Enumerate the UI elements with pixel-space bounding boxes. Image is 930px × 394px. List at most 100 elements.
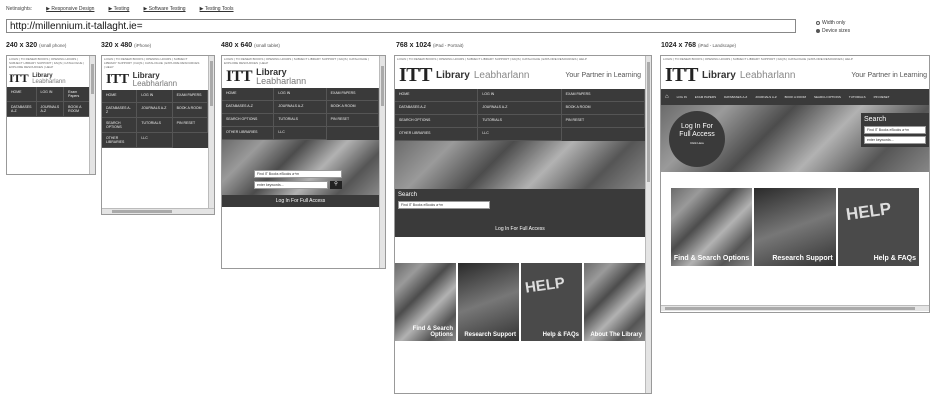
- radio-icon[interactable]: [816, 21, 820, 25]
- menu-journals[interactable]: JOURNALS A-Z: [274, 101, 327, 114]
- device-sizes-option[interactable]: Device sizes: [816, 28, 850, 34]
- search-select[interactable]: Find IT Books eBooks a+m: [398, 201, 490, 209]
- menu-other-libraries[interactable]: OTHER LIBRARIES: [395, 128, 479, 141]
- search-select[interactable]: Find IT Books eBooks a+m: [864, 126, 926, 134]
- menu-book-room[interactable]: BOOK A ROOM: [172, 103, 208, 118]
- menu-journals[interactable]: JOURNALS A-Z: [36, 102, 65, 117]
- nav-exam-papers[interactable]: EXAM PAPERS: [691, 92, 720, 102]
- nav-search-options[interactable]: SEARCH OPTIONS: [810, 92, 845, 102]
- login-circle-button[interactable]: Log In For Full Access Click Here: [669, 111, 725, 167]
- site-logo: ITT Library Leabharlann: [226, 67, 307, 86]
- menu-book-room[interactable]: BOOK A ROOM: [561, 102, 645, 115]
- menu-pin-reset[interactable]: PIN RESET: [326, 114, 379, 127]
- landscape-nav: ⌂ LOG IN EXAM PAPERS DATABASES A-Z JOURN…: [661, 89, 929, 105]
- menu-search-options[interactable]: SEARCH OPTIONS: [222, 114, 275, 127]
- tile-about-library[interactable]: About The Library: [584, 263, 645, 341]
- full-access-bar[interactable]: Log In For Full Access: [222, 195, 379, 207]
- nav-pin-reset[interactable]: PIN RESET: [870, 92, 894, 102]
- full-access-bar[interactable]: Log In For Full Access: [395, 221, 645, 237]
- nav-book-room[interactable]: BOOK A ROOM: [781, 92, 810, 102]
- menu-tutorials[interactable]: TUTORIALS: [274, 114, 327, 127]
- menu-search-options[interactable]: SEARCH OPTIONS: [102, 118, 138, 133]
- search-select[interactable]: Find IT Books eBooks a+m: [254, 170, 342, 178]
- tile-help-faqs[interactable]: HELP Help & FAQs: [521, 263, 582, 341]
- menu-exam-papers[interactable]: EXAM PAPERS: [326, 88, 379, 101]
- top-links: LOGIN | TO RENEW BOOKS | OPENING HOURS |…: [104, 57, 200, 69]
- nav-login[interactable]: LOG IN: [673, 92, 691, 102]
- search-section: Search Find IT Books eBooks a+m: [395, 189, 645, 221]
- top-toolbar: Netinsights: ▶ Responsive Design ▶ Testi…: [6, 6, 234, 12]
- help-sign: HELP: [844, 198, 893, 225]
- frame-ipad-portrait: LOGIN | TO RENEW BOOKS | OPENING HOURS |…: [394, 55, 652, 394]
- menu-databases[interactable]: DATABASES A-Z: [7, 102, 37, 117]
- menu-exam-papers[interactable]: Exam Papers: [64, 87, 91, 102]
- menu-databases[interactable]: DATABASES A-Z: [222, 101, 275, 114]
- menu-other-libraries[interactable]: OTHER LIBRARIES: [222, 127, 275, 140]
- search-input[interactable]: enter keywords...: [864, 136, 926, 144]
- menu-exam-papers[interactable]: EXAM PAPERS: [561, 89, 645, 102]
- vertical-scrollbar[interactable]: [645, 56, 651, 393]
- tile-help-faqs[interactable]: HELP Help & FAQs: [837, 188, 919, 266]
- frame-label-768: 768 x 1024 (iPad - Portrait): [396, 42, 464, 49]
- menu-llc[interactable]: LLC: [478, 128, 562, 141]
- toolbar-link-testing-tools[interactable]: ▶ Testing Tools: [200, 6, 234, 12]
- frame-label-240: 240 x 320 (small phone): [6, 42, 67, 49]
- menu-home[interactable]: HOME: [395, 89, 479, 102]
- horizontal-scrollbar[interactable]: [102, 208, 214, 214]
- search-input[interactable]: enter keywords...: [254, 181, 328, 189]
- radio-selected-icon[interactable]: [816, 29, 820, 33]
- search-widget: Find IT Books eBooks a+m: [254, 170, 342, 178]
- hero-photo: Log In For Full Access Click Here Search…: [661, 105, 929, 172]
- menu-home[interactable]: HOME: [102, 90, 138, 103]
- menu-pin-reset[interactable]: PIN RESET: [172, 118, 208, 133]
- tile-research-support[interactable]: Research Support: [754, 188, 836, 266]
- toolbar-link-testing[interactable]: ▶ Testing: [108, 6, 129, 12]
- toolbar-link-software-testing[interactable]: ▶ Software Testing: [143, 6, 185, 12]
- menu-databases[interactable]: DATABASES A-Z: [395, 102, 479, 115]
- vertical-scrollbar[interactable]: [379, 56, 385, 268]
- menu-exam-papers[interactable]: EXAM PAPERS: [172, 90, 208, 103]
- menu-login[interactable]: LOG IN: [478, 89, 562, 102]
- search-label: Search: [398, 192, 418, 198]
- tile-find-search[interactable]: Find & Search Options: [671, 188, 753, 266]
- menu-login[interactable]: LOG IN: [137, 90, 173, 103]
- search-go-icon[interactable]: ⚲: [330, 181, 342, 189]
- toolbar-link-responsive[interactable]: ▶ Responsive Design: [46, 6, 94, 12]
- horizontal-scrollbar[interactable]: [661, 305, 929, 311]
- home-icon[interactable]: ⌂: [661, 91, 673, 103]
- menu-journals[interactable]: JOURNALS A-Z: [478, 102, 562, 115]
- feature-tiles: Find & Search Options Research Support H…: [671, 188, 919, 266]
- menu-tutorials[interactable]: TUTORIALS: [137, 118, 173, 133]
- menu-login[interactable]: LOG IN: [36, 87, 65, 102]
- menu-book-room[interactable]: BOOK A ROOM: [64, 102, 91, 117]
- students-photo: Find IT Books eBooks a+m enter keywords.…: [222, 140, 379, 195]
- menu-pin-reset[interactable]: PIN RESET: [561, 115, 645, 128]
- menu-llc[interactable]: LLC: [274, 127, 327, 140]
- vertical-scrollbar[interactable]: [208, 56, 214, 208]
- tile-research-support[interactable]: Research Support: [458, 263, 519, 341]
- nav-databases[interactable]: DATABASES A-Z: [720, 92, 751, 102]
- menu-llc[interactable]: LLC: [137, 133, 173, 148]
- site-logo: ITT Library Leabharlann: [9, 71, 66, 85]
- menu-login[interactable]: LOG IN: [274, 88, 327, 101]
- students-photo: [395, 141, 645, 189]
- menu-home[interactable]: HOME: [7, 87, 37, 102]
- menu-journals[interactable]: JOURNALS A-Z: [137, 103, 173, 118]
- menu-search-options[interactable]: SEARCH OPTIONS: [395, 115, 479, 128]
- top-links: LOGIN | TO RENEW BOOKS | OPENING HOURS |…: [224, 57, 369, 65]
- frame-small-phone: LOGIN | TO RENEW BOOKS | OPENING HOURS |…: [6, 55, 96, 175]
- url-input[interactable]: http://millennium.it-tallaght.ie=: [6, 19, 796, 33]
- menu-databases[interactable]: DATABASES A-Z: [102, 103, 138, 118]
- tile-find-search[interactable]: Find & Search Options: [395, 263, 456, 341]
- vertical-scrollbar[interactable]: [89, 56, 95, 174]
- width-only-option[interactable]: Width only: [816, 20, 850, 26]
- search-panel: Search Find IT Books eBooks a+m enter ke…: [861, 113, 929, 147]
- tagline: Your Partner in Learning: [851, 72, 927, 79]
- menu-other-libraries[interactable]: OTHER LIBRARIES: [102, 133, 138, 148]
- search-label: Search: [864, 116, 887, 123]
- menu-tutorials[interactable]: TUTORIALS: [478, 115, 562, 128]
- menu-book-room[interactable]: BOOK A ROOM: [326, 101, 379, 114]
- nav-journals[interactable]: JOURNALS A-Z: [751, 92, 781, 102]
- menu-home[interactable]: HOME: [222, 88, 275, 101]
- nav-tutorials[interactable]: TUTORIALS: [845, 92, 870, 102]
